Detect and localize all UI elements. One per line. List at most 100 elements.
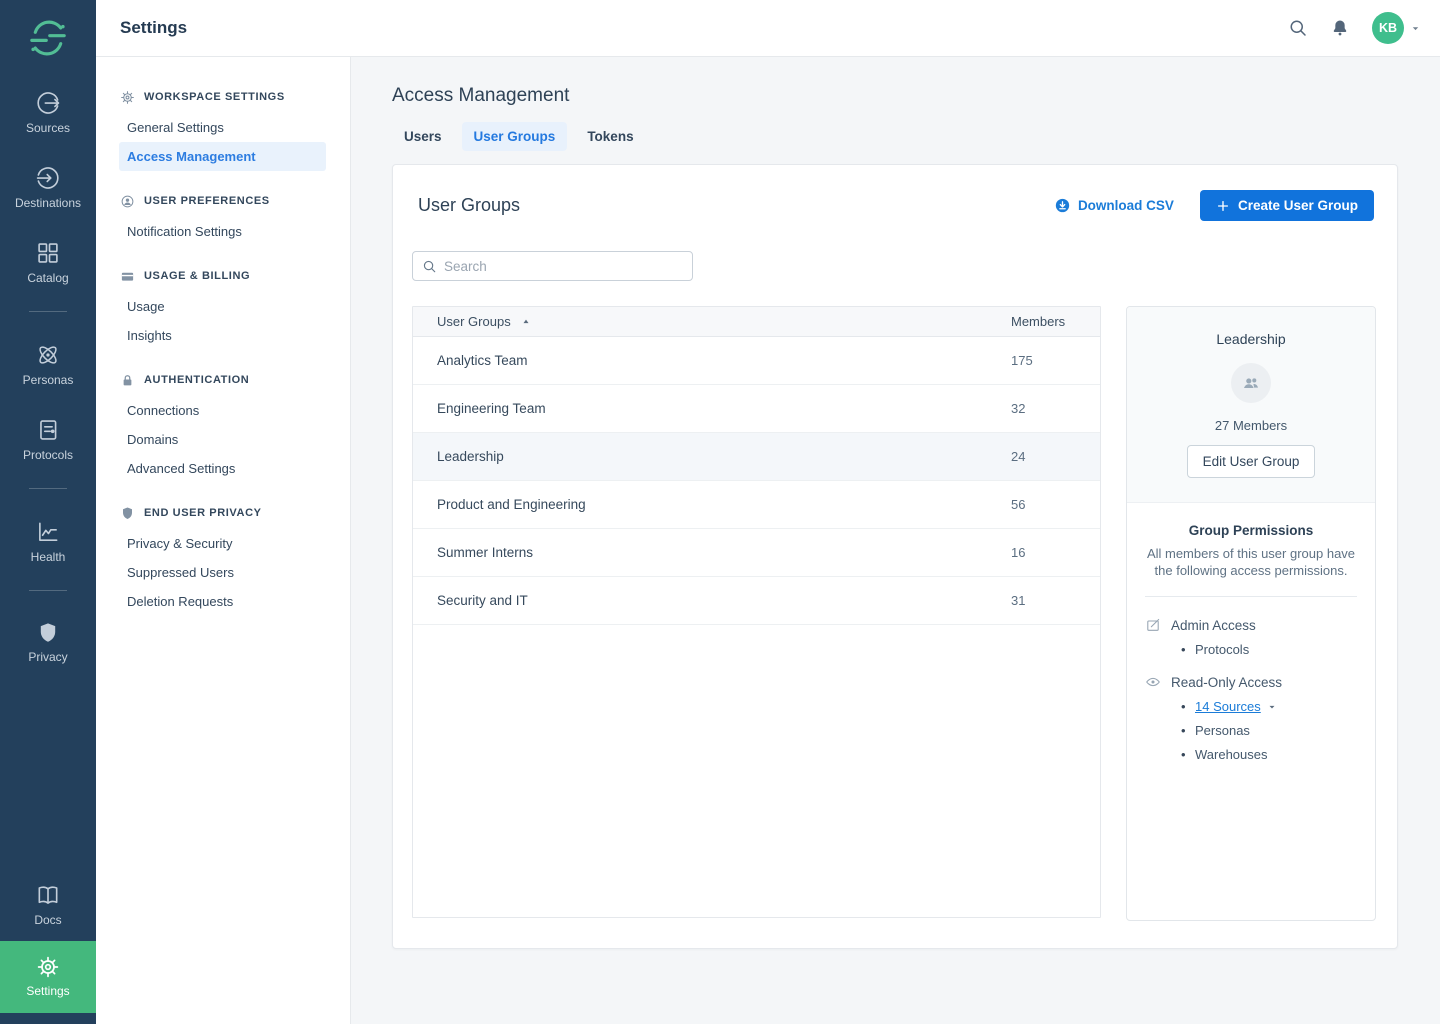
- sources-count-link[interactable]: 14 Sources: [1195, 699, 1261, 714]
- members-count-cell: 16: [1011, 545, 1083, 560]
- group-name-cell: Engineering Team: [437, 401, 1011, 416]
- rail-item-label: Catalog: [27, 271, 68, 285]
- rail-item-protocols[interactable]: Protocols: [0, 417, 96, 462]
- users-icon: [1240, 372, 1262, 394]
- bell-icon[interactable]: [1330, 18, 1350, 38]
- readonly-access-header: Read-Only Access: [1145, 674, 1357, 690]
- table-row[interactable]: Summer Interns 16: [413, 529, 1100, 577]
- card-header: User Groups Download CSV Create User Gro…: [418, 190, 1374, 221]
- table-empty-space: [413, 625, 1100, 917]
- nav-item-connections[interactable]: Connections: [119, 396, 326, 425]
- user-menu[interactable]: KB: [1372, 12, 1422, 44]
- readonly-access-group: Read-Only Access 14 Sources Personas War…: [1145, 674, 1357, 762]
- nav-item-usage[interactable]: Usage: [119, 292, 326, 321]
- nav-section-heading: USER PREFERENCES: [96, 191, 350, 211]
- rail-item-label: Settings: [26, 984, 69, 998]
- table-header-row: User Groups Members: [413, 307, 1100, 337]
- person-circle-icon: [120, 194, 135, 209]
- card-content: User Groups Members Analytics Team 175: [412, 306, 1378, 921]
- nav-section-title: END USER PRIVACY: [144, 507, 262, 519]
- column-header-user-groups[interactable]: User Groups: [437, 314, 1011, 329]
- user-groups-table: User Groups Members Analytics Team 175: [412, 306, 1101, 918]
- sort-asc-icon: [520, 316, 532, 328]
- table-row[interactable]: Engineering Team 32: [413, 385, 1100, 433]
- nav-section-heading: WORKSPACE SETTINGS: [96, 87, 350, 107]
- eye-icon: [1145, 674, 1161, 690]
- main-content: Access Management Users User Groups Toke…: [351, 57, 1440, 1024]
- tab-users[interactable]: Users: [392, 122, 454, 151]
- nav-section-title: WORKSPACE SETTINGS: [144, 91, 285, 103]
- rail-item-docs[interactable]: Docs: [0, 882, 96, 927]
- download-icon: [1054, 197, 1071, 214]
- rail-item-privacy[interactable]: Privacy: [0, 621, 96, 664]
- list-item: Warehouses: [1181, 747, 1357, 762]
- nav-section-title: AUTHENTICATION: [144, 374, 249, 386]
- personas-icon: [35, 342, 61, 368]
- rail-item-sources[interactable]: Sources: [0, 90, 96, 135]
- list-item: Personas: [1181, 723, 1357, 738]
- group-name-cell: Summer Interns: [437, 545, 1011, 560]
- rail-divider: [29, 488, 67, 489]
- rail-divider: [29, 311, 67, 312]
- group-name-cell: Leadership: [437, 449, 1011, 464]
- shell: Settings KB WORKSPACE SETTINGS Gener: [96, 0, 1440, 1024]
- shield-icon: [36, 621, 60, 645]
- rail-item-personas[interactable]: Personas: [0, 342, 96, 387]
- nav-item-general-settings[interactable]: General Settings: [119, 113, 326, 142]
- create-user-group-button[interactable]: Create User Group: [1200, 190, 1374, 221]
- admin-access-list: Protocols: [1145, 642, 1357, 657]
- credit-card-icon: [120, 269, 135, 284]
- nav-section-authentication: AUTHENTICATION Connections Domains Advan…: [96, 370, 350, 483]
- topbar-actions: KB: [1288, 12, 1422, 44]
- sources-icon: [35, 90, 61, 116]
- nav-section-heading: AUTHENTICATION: [96, 370, 350, 390]
- search-input[interactable]: [444, 259, 683, 274]
- search-box: [412, 251, 693, 281]
- download-csv-button[interactable]: Download CSV: [1054, 197, 1174, 214]
- nav-section-usage-billing: USAGE & BILLING Usage Insights: [96, 266, 350, 350]
- user-groups-card: User Groups Download CSV Create User Gro…: [392, 164, 1398, 949]
- nav-item-advanced-settings[interactable]: Advanced Settings: [119, 454, 326, 483]
- table-row[interactable]: Security and IT 31: [413, 577, 1100, 625]
- list-item: 14 Sources: [1181, 699, 1357, 714]
- rail-item-settings[interactable]: Settings: [0, 941, 96, 1013]
- nav-item-domains[interactable]: Domains: [119, 425, 326, 454]
- column-header-label: User Groups: [437, 314, 511, 329]
- table-row-selected[interactable]: Leadership 24: [413, 433, 1100, 481]
- group-permissions: Group Permissions All members of this us…: [1127, 503, 1375, 799]
- search-icon[interactable]: [1288, 18, 1308, 38]
- segment-logo[interactable]: [27, 16, 69, 60]
- members-count-cell: 32: [1011, 401, 1083, 416]
- chevron-down-icon: [1409, 22, 1422, 35]
- rail-item-catalog[interactable]: Catalog: [0, 240, 96, 285]
- edit-icon: [1145, 617, 1161, 633]
- nav-item-deletion-requests[interactable]: Deletion Requests: [119, 587, 326, 616]
- rail-item-health[interactable]: Health: [0, 519, 96, 564]
- edit-user-group-button[interactable]: Edit User Group: [1187, 445, 1316, 478]
- rail-item-destinations[interactable]: Destinations: [0, 165, 96, 210]
- nav-item-privacy-security[interactable]: Privacy & Security: [119, 529, 326, 558]
- create-user-group-label: Create User Group: [1238, 198, 1358, 213]
- rail-item-label: Personas: [23, 373, 74, 387]
- destinations-icon: [35, 165, 61, 191]
- tab-user-groups[interactable]: User Groups: [462, 122, 568, 151]
- tab-tokens[interactable]: Tokens: [575, 122, 645, 151]
- table-row[interactable]: Product and Engineering 56: [413, 481, 1100, 529]
- readonly-access-list: 14 Sources Personas Warehouses: [1145, 699, 1357, 762]
- gear-icon: [120, 90, 135, 105]
- nav-section-end-user-privacy: END USER PRIVACY Privacy & Security Supp…: [96, 503, 350, 616]
- table-row[interactable]: Analytics Team 175: [413, 337, 1100, 385]
- gear-icon: [36, 955, 60, 979]
- rail-item-label: Destinations: [15, 196, 81, 210]
- nav-section-user-preferences: USER PREFERENCES Notification Settings: [96, 191, 350, 246]
- body: WORKSPACE SETTINGS General Settings Acce…: [96, 57, 1440, 1024]
- rail-item-label: Health: [31, 550, 66, 564]
- book-icon: [35, 882, 61, 908]
- nav-item-suppressed-users[interactable]: Suppressed Users: [119, 558, 326, 587]
- nav-item-notification-settings[interactable]: Notification Settings: [119, 217, 326, 246]
- protocols-icon: [35, 417, 61, 443]
- rail-item-label: Docs: [34, 913, 61, 927]
- nav-item-insights[interactable]: Insights: [119, 321, 326, 350]
- group-detail-panel: Leadership 27 Members Edit User Group Gr…: [1126, 306, 1376, 921]
- nav-item-access-management[interactable]: Access Management: [119, 142, 326, 171]
